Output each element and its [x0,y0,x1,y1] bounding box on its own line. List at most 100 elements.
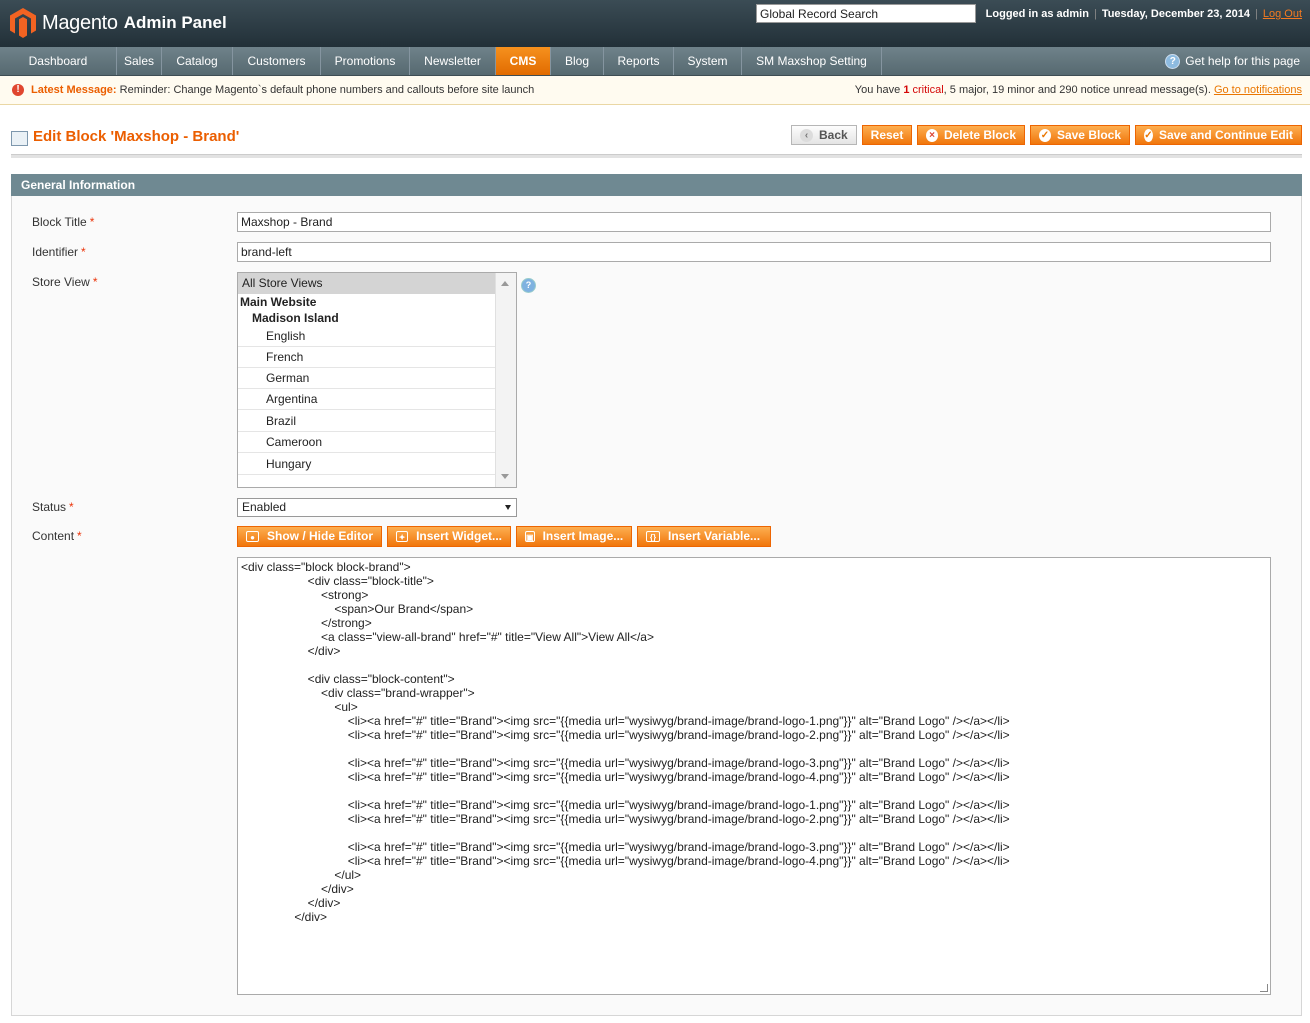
back-button[interactable]: ‹ Back [791,125,857,145]
nav-sales[interactable]: Sales [117,47,162,75]
nav-sm-maxshop-setting[interactable]: SM Maxshop Setting [742,47,882,75]
page-title: Edit Block 'Maxshop - Brand' [33,128,240,145]
title-divider [11,154,1302,158]
content-label-text: Content [32,529,75,543]
store-group-store: Madison Island [252,311,339,325]
store-option[interactable]: Cameroon [238,432,496,453]
insert-variable-label: Insert Variable... [668,529,761,543]
back-label: Back [819,128,848,142]
required-marker: * [81,245,86,259]
status-select-value: Enabled [242,500,287,514]
save-continue-check-icon: ✓ [1144,128,1153,142]
store-option[interactable]: English [238,326,496,347]
show-hide-editor-button[interactable]: ● Show / Hide Editor [237,526,382,547]
store-group-website: Main Website [240,295,317,309]
critical-word: critical [912,84,944,96]
required-marker: * [92,275,98,289]
latest-message: Latest Message: Reminder: Change Magento… [31,76,534,104]
insert-widget-label: Insert Widget... [416,529,502,543]
widget-icon: ✦ [396,531,409,542]
store-option[interactable]: French [238,347,496,368]
store-option[interactable]: All Store Views [238,273,496,294]
message-bar: ! Latest Message: Reminder: Change Magen… [0,76,1310,105]
insert-image-button[interactable]: ▣ Insert Image... [516,526,632,547]
store-option[interactable]: German [238,368,496,389]
store-option[interactable]: Brazil [238,410,496,432]
header: Magento Admin Panel Logged in as admin|T… [0,0,1310,47]
store-view-multiselect[interactable]: All Store Views Main Website Madison Isl… [237,272,517,488]
save-continue-button[interactable]: ✓ Save and Continue Edit [1135,125,1302,145]
identifier-input[interactable] [237,242,1271,262]
delete-icon: × [926,128,938,142]
nav-newsletter[interactable]: Newsletter [410,47,496,75]
notification-prefix: You have [854,84,901,96]
store-option[interactable]: Argentina [238,389,496,410]
delete-label: Delete Block [943,128,1016,142]
insert-variable-button[interactable]: {} Insert Variable... [637,526,771,547]
save-label: Save Block [1056,128,1121,142]
content-textarea[interactable]: <div class="block block-brand"> <div cla… [237,557,1271,995]
nav-catalog[interactable]: Catalog [162,47,233,75]
save-continue-label: Save and Continue Edit [1158,128,1293,142]
status-label: Status * [32,500,74,514]
notification-summary: You have 1 critical, 5 major, 19 minor a… [855,76,1302,104]
nav-dashboard[interactable]: Dashboard [0,47,117,75]
nav-customers[interactable]: Customers [233,47,321,75]
cms-block-icon [11,131,28,146]
magento-logo[interactable]: Magento Admin Panel [10,4,227,42]
image-icon: ▣ [525,531,535,542]
store-view-scrollbar[interactable] [495,273,516,487]
help-tooltip-icon[interactable]: ? [521,278,536,293]
required-marker: * [77,529,82,543]
save-check-icon: ✓ [1039,128,1051,142]
logout-link[interactable]: Log Out [1263,8,1302,20]
nav-reports[interactable]: Reports [604,47,674,75]
chevron-down-icon [505,505,511,510]
latest-message-label: Latest Message: [31,84,117,96]
main-nav: Dashboard Sales Catalog Customers Promot… [0,47,1310,76]
scroll-up-icon[interactable] [501,281,509,286]
status-label-text: Status [32,500,67,514]
scroll-down-icon[interactable] [501,474,509,479]
variable-icon: {} [646,531,660,542]
reset-label: Reset [870,128,904,142]
section-header: General Information [11,174,1302,196]
status-select[interactable]: Enabled [237,498,517,517]
brand-subtitle: Admin Panel [123,13,227,32]
content-label: Content * [32,529,82,543]
save-block-button[interactable]: ✓ Save Block [1030,125,1130,145]
eye-icon: ● [246,531,259,542]
show-hide-editor-label: Show / Hide Editor [266,529,373,543]
store-view-label-text: Store View [32,275,90,289]
alert-icon: ! [12,84,24,96]
delete-block-button[interactable]: × Delete Block [917,125,1025,145]
content-text: <div class="block block-brand"> <div cla… [241,560,1010,924]
block-title-label-text: Block Title [32,215,87,229]
block-title-input[interactable] [237,212,1271,232]
identifier-label: Identifier * [32,245,86,259]
insert-image-label: Insert Image... [542,529,624,543]
reset-button[interactable]: Reset [862,125,912,145]
back-arrow-icon: ‹ [800,128,813,142]
nav-blog[interactable]: Blog [551,47,604,75]
identifier-label-text: Identifier [32,245,79,259]
required-marker: * [69,500,74,514]
magento-logo-icon [10,8,36,38]
latest-message-text: Reminder: Change Magento`s default phone… [119,84,535,96]
block-title-label: Block Title * [32,215,94,229]
insert-widget-button[interactable]: ✦ Insert Widget... [387,526,511,547]
nav-promotions[interactable]: Promotions [321,47,410,75]
store-view-label: Store View * [32,275,97,289]
help-icon: ? [1165,53,1181,69]
current-date: Tuesday, December 23, 2014 [1101,8,1250,20]
go-to-notifications-link[interactable]: Go to notifications [1214,84,1302,96]
help-text: Get help for this page [1185,54,1300,68]
store-option[interactable]: Hungary [238,453,496,475]
nav-cms[interactable]: CMS [496,47,551,75]
brand-name: Magento [42,11,118,34]
logged-in-text: Logged in as admin [985,8,1089,20]
help-link[interactable]: ? Get help for this page [1165,47,1300,75]
resize-grip-icon[interactable] [1260,984,1268,992]
global-search-input[interactable] [756,4,976,23]
nav-system[interactable]: System [674,47,742,75]
